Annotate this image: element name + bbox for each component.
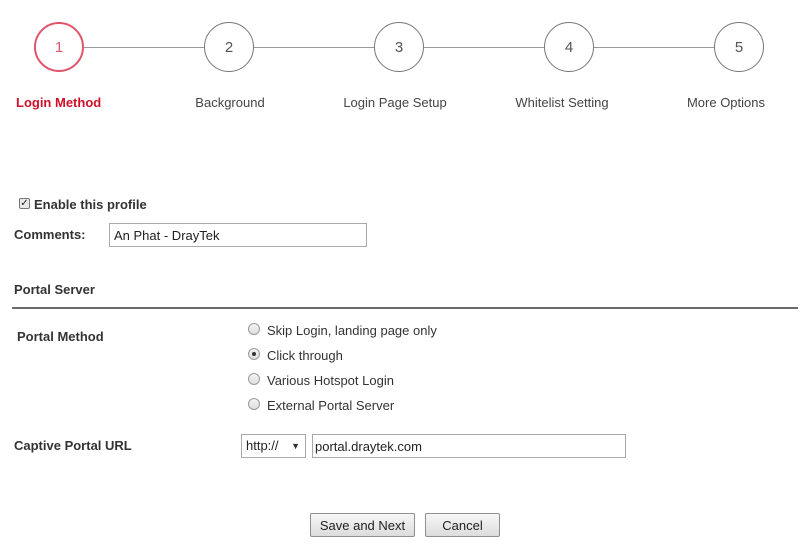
step-1-circle[interactable]: 1	[34, 22, 84, 72]
chevron-down-icon: ▼	[291, 441, 300, 451]
step-1-label[interactable]: Login Method	[16, 95, 156, 110]
portal-url-input[interactable]	[312, 434, 626, 458]
radio-skip-login[interactable]	[248, 323, 260, 335]
step-connector	[424, 47, 544, 48]
step-3-label[interactable]: Login Page Setup	[325, 95, 465, 110]
portal-method-label: Portal Method	[17, 329, 104, 344]
enable-profile-label: Enable this profile	[34, 197, 147, 212]
step-4-label[interactable]: Whitelist Setting	[492, 95, 632, 110]
section-divider	[12, 307, 798, 309]
radio-skip-login-label: Skip Login, landing page only	[267, 323, 437, 338]
protocol-select[interactable]: http:// ▼	[241, 434, 306, 458]
captive-portal-url-label: Captive Portal URL	[14, 438, 132, 453]
comments-label: Comments:	[14, 227, 86, 242]
enable-profile-checkbox[interactable]: ✓	[19, 198, 30, 209]
cancel-button[interactable]: Cancel	[425, 513, 500, 537]
step-connector	[84, 47, 204, 48]
step-2-circle[interactable]: 2	[204, 22, 254, 72]
radio-click-through-label: Click through	[267, 348, 343, 363]
comments-input[interactable]	[109, 223, 367, 247]
step-2-label[interactable]: Background	[160, 95, 300, 110]
radio-hotspot-login-label: Various Hotspot Login	[267, 373, 394, 388]
step-5-circle[interactable]: 5	[714, 22, 764, 72]
radio-external-portal[interactable]	[248, 398, 260, 410]
radio-click-through[interactable]	[248, 348, 260, 360]
step-5-label[interactable]: More Options	[656, 95, 796, 110]
protocol-value: http://	[246, 438, 279, 453]
radio-hotspot-login[interactable]	[248, 373, 260, 385]
save-and-next-button[interactable]: Save and Next	[310, 513, 415, 537]
section-title: Portal Server	[14, 282, 95, 297]
step-3-circle[interactable]: 3	[374, 22, 424, 72]
step-4-circle[interactable]: 4	[544, 22, 594, 72]
step-connector	[254, 47, 374, 48]
step-connector	[594, 47, 714, 48]
radio-external-portal-label: External Portal Server	[267, 398, 395, 413]
